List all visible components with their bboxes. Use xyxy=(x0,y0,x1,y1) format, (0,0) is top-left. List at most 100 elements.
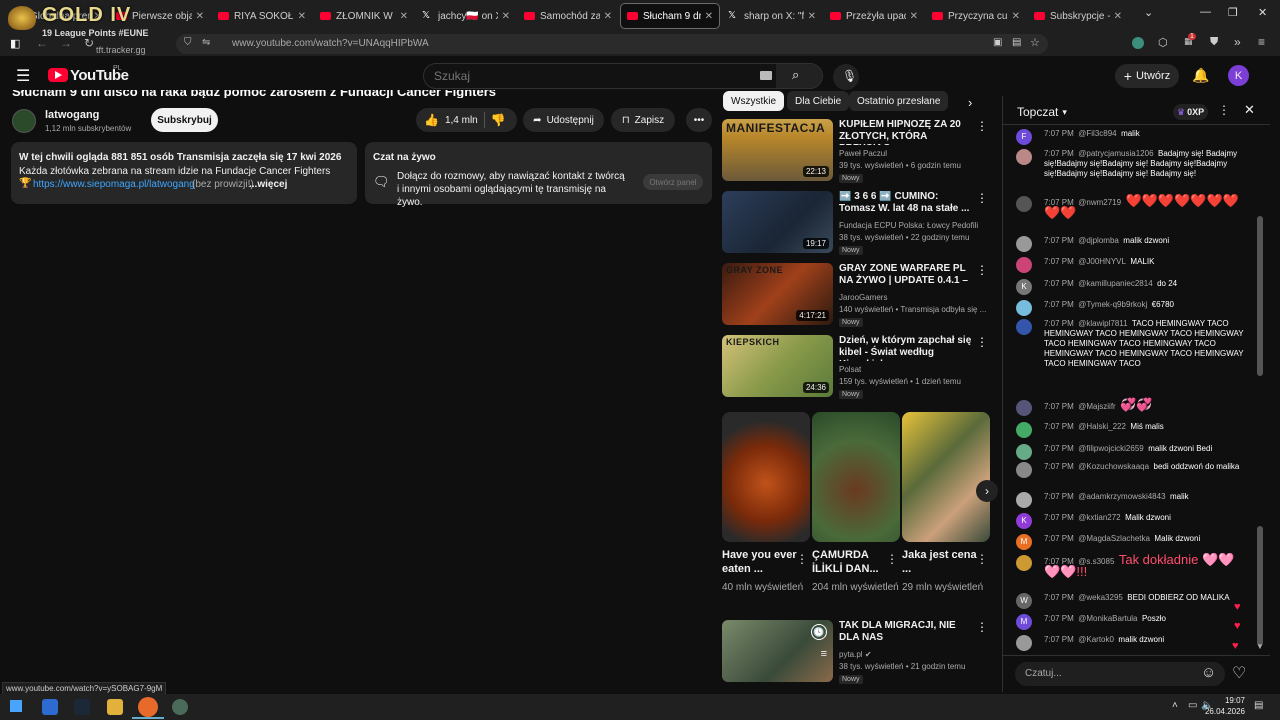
close-tab-icon[interactable]: ✕ xyxy=(1114,11,1122,22)
browser-tab[interactable]: 𝕏jachcy🇵🇱 on X: ✕ xyxy=(416,3,516,29)
message-author[interactable]: @Kozuchowskaaqa xyxy=(1078,462,1149,471)
short-card[interactable]: Have you ever eaten ... 40 mln wyświetle… xyxy=(722,412,810,594)
url-text[interactable]: www.youtube.com/watch?v=UNAqqHIPbWA xyxy=(232,38,429,49)
notification-center-icon[interactable]: ▤ xyxy=(1254,700,1263,711)
back-icon[interactable]: ← xyxy=(36,36,48,50)
chat-avatar[interactable] xyxy=(1016,422,1032,438)
chat-avatar[interactable] xyxy=(1016,236,1032,252)
points-badge[interactable]: ♛ 0XP xyxy=(1173,104,1209,120)
close-tab-icon[interactable]: ✕ xyxy=(196,11,204,22)
more-vert-icon[interactable]: ⋮ xyxy=(796,552,808,566)
related-video-card[interactable]: 🕓 ≡ TAK DLA MIGRACJI, NIE DLA NAS pyta.p… xyxy=(722,620,992,684)
chat-avatar[interactable]: M xyxy=(1016,534,1032,550)
chat-scrollbar-thumb[interactable] xyxy=(1257,526,1263,646)
message-author[interactable]: @weka3295 xyxy=(1078,593,1123,602)
permissions-icon[interactable]: ⇋ xyxy=(202,37,210,48)
extension-icon[interactable] xyxy=(1132,37,1144,49)
channel-name[interactable]: JarooGamers xyxy=(839,293,887,302)
chip-recently-uploaded[interactable]: Ostatnio przesłane xyxy=(849,91,949,111)
browser-menu-icon[interactable]: ≡ xyxy=(1258,35,1265,49)
chat-avatar[interactable]: K xyxy=(1016,279,1032,295)
search-button[interactable]: ⌕ xyxy=(776,64,822,88)
thumbs-down-icon[interactable]: 👎 xyxy=(491,113,506,127)
close-tab-icon[interactable]: ✕ xyxy=(502,11,510,22)
chat-avatar[interactable]: M xyxy=(1016,614,1032,630)
search-input[interactable] xyxy=(434,68,734,84)
clock-date[interactable]: 26.04.2026 xyxy=(1200,707,1245,716)
puzzle-icon[interactable]: ⬡ xyxy=(1158,36,1168,49)
create-button[interactable]: + Utwórz xyxy=(1115,64,1179,88)
keyboard-icon[interactable] xyxy=(760,71,772,80)
notifications-bell-icon[interactable]: 🔔 xyxy=(1192,67,1209,84)
picture-in-picture-icon[interactable]: ▣ xyxy=(993,37,1002,48)
firefox-icon[interactable] xyxy=(138,697,158,717)
chat-avatar[interactable]: W xyxy=(1016,593,1032,609)
account-avatar[interactable]: K xyxy=(1228,65,1249,86)
related-video-card[interactable]: GRAY ZONE 4:17:21 GRAY ZONE WARFARE PL N… xyxy=(722,263,992,327)
browser-tab[interactable]: Przeżyła upadek z ✕ xyxy=(824,3,924,29)
message-author[interactable]: @J00HNYVL xyxy=(1078,257,1126,266)
minimize-icon[interactable]: — xyxy=(1200,6,1211,18)
fundraiser-link[interactable]: https://www.siepomaga.pl/latwogang xyxy=(33,179,195,190)
chat-menu-icon[interactable]: ⋮ xyxy=(1218,103,1230,117)
scroll-down-icon[interactable]: ▼ xyxy=(1256,642,1264,651)
more-vert-icon[interactable]: ⋮ xyxy=(886,552,898,566)
watch-later-icon[interactable]: 🕓 xyxy=(811,624,827,640)
taskbar-app-icon[interactable] xyxy=(172,699,188,715)
chat-mode-selector[interactable]: Topczat ▾ xyxy=(1017,105,1067,119)
start-button-icon[interactable] xyxy=(10,700,22,712)
channel-name[interactable]: Fundacja ECPU Polska: Łowcy Pedofili xyxy=(839,221,978,230)
message-author[interactable]: @klawipl7811 xyxy=(1078,319,1127,328)
clock-time[interactable]: 19:07 xyxy=(1205,696,1245,705)
browser-tab[interactable]: Samochód za pół ✕ xyxy=(518,3,618,29)
file-explorer-icon[interactable] xyxy=(107,699,123,715)
chips-next-icon[interactable]: › xyxy=(968,95,972,110)
open-panel-button[interactable]: Otwórz panel xyxy=(643,174,703,190)
sidebar-toggle-icon[interactable]: ◧ xyxy=(10,37,20,50)
more-vert-icon[interactable]: ⋮ xyxy=(976,119,988,133)
tray-chevron-icon[interactable]: ˄ xyxy=(1172,700,1178,711)
chat-avatar[interactable] xyxy=(1016,462,1032,478)
chat-avatar[interactable] xyxy=(1016,555,1032,571)
chat-avatar[interactable] xyxy=(1016,300,1032,316)
channel-name[interactable]: Paweł Paczul xyxy=(839,149,887,158)
save-button[interactable]: ⊓ Zapisz xyxy=(611,108,675,132)
message-author[interactable]: @patrycjamusia1206 xyxy=(1078,149,1153,158)
reader-icon[interactable]: ▤ xyxy=(1012,37,1021,48)
channel-name[interactable]: latwogang xyxy=(45,109,99,121)
related-video-card[interactable]: MANIFESTACJA 22:13 KUPIŁEM HIPNOZĘ ZA 20… xyxy=(722,119,992,183)
chat-scrollbar-thumb[interactable] xyxy=(1257,216,1263,376)
close-tab-icon[interactable]: ✕ xyxy=(910,11,918,22)
more-vert-icon[interactable]: ⋮ xyxy=(976,191,988,205)
message-author[interactable]: @djplomba xyxy=(1078,236,1119,245)
chat-avatar[interactable] xyxy=(1016,492,1032,508)
message-author[interactable]: @kamilluрaniec2814 xyxy=(1078,279,1152,288)
close-tab-icon[interactable]: ✕ xyxy=(1012,11,1020,22)
message-author[interactable]: @Kartok0 xyxy=(1078,635,1114,644)
browser-tab[interactable]: Przyczyna cukrzyc ✕ xyxy=(926,3,1026,29)
tab-list-icon[interactable]: ⌄ xyxy=(1144,6,1153,19)
chat-avatar[interactable] xyxy=(1016,257,1032,273)
message-author[interactable]: @MonikaBartula xyxy=(1078,614,1137,623)
related-video-card[interactable]: 19:17 ➡️ 3 6 6 ➡️ CUMINO: Tomasz W. lat … xyxy=(722,191,992,255)
close-tab-icon[interactable]: ✕ xyxy=(298,11,306,22)
reload-icon[interactable]: ↻ xyxy=(84,36,94,50)
subscribe-button[interactable]: Subskrybuj xyxy=(151,108,218,132)
more-vert-icon[interactable]: ⋮ xyxy=(976,620,988,634)
taskbar-app-icon[interactable] xyxy=(42,699,58,715)
message-author[interactable]: @Halski_222 xyxy=(1078,422,1126,431)
shorts-next-button[interactable]: › xyxy=(976,480,998,502)
chat-avatar[interactable] xyxy=(1016,400,1032,416)
message-author[interactable]: @Majsziifr xyxy=(1078,402,1115,411)
browser-tab[interactable]: ZŁOMNIK W CHIN ✕ xyxy=(314,3,414,29)
youtube-logo-icon[interactable] xyxy=(48,68,68,82)
close-tab-icon[interactable]: ✕ xyxy=(808,11,816,22)
browser-tab[interactable]: Subskrypcje - You ✕ xyxy=(1028,3,1128,29)
chat-avatar[interactable] xyxy=(1016,196,1032,212)
short-card[interactable]: ÇAMURDA İLİKLİ DAN... 204 mln wyświetleń… xyxy=(812,412,900,594)
close-tab-icon[interactable]: ✕ xyxy=(604,11,612,22)
browser-tab[interactable]: Słucham 9 dni dis ✕ xyxy=(620,3,720,29)
chip-for-you[interactable]: Dla Ciebie xyxy=(787,91,850,111)
message-author[interactable]: @nwm2719 xyxy=(1078,198,1121,207)
message-author[interactable]: @adamkrzymowski4843 xyxy=(1078,492,1165,501)
